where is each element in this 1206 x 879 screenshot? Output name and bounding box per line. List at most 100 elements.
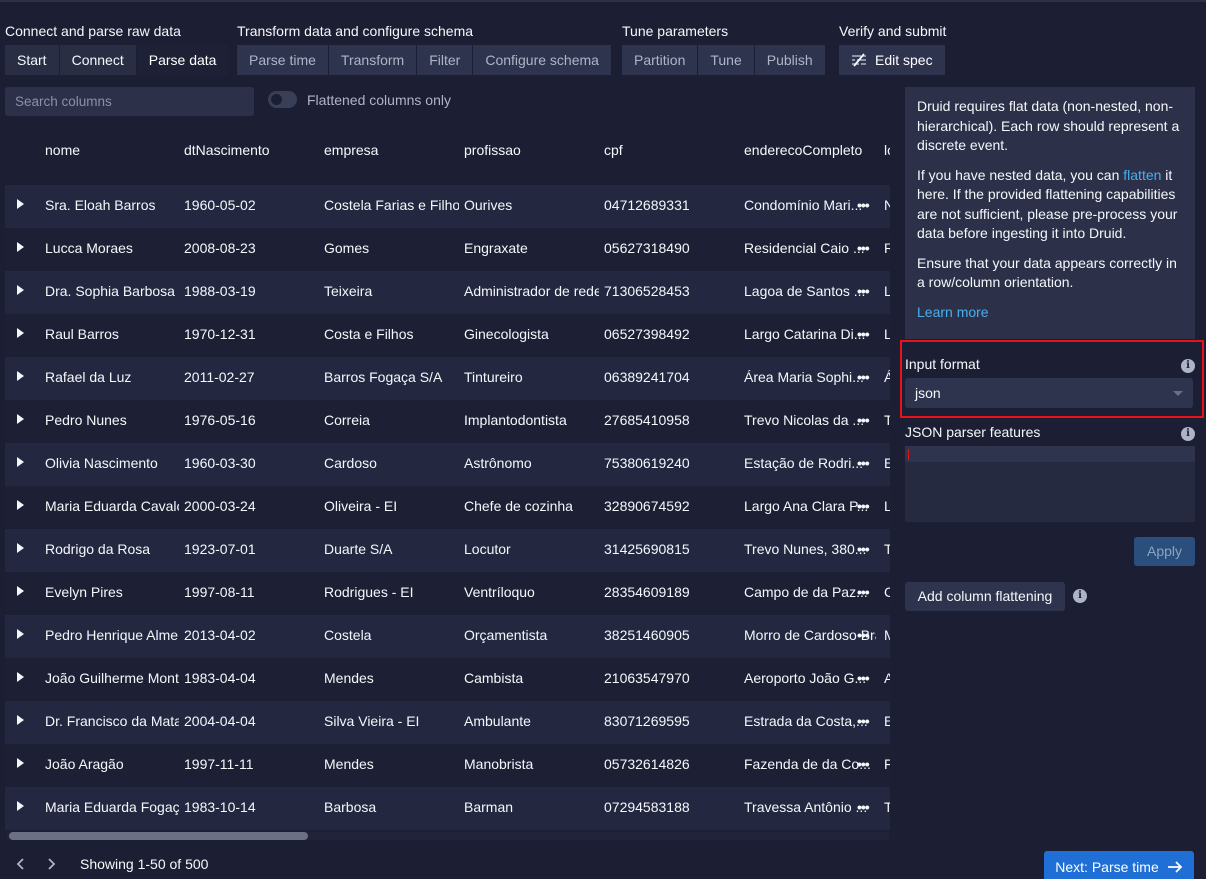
expand-row-icon[interactable]: [17, 414, 24, 424]
more-icon[interactable]: •••: [857, 357, 870, 397]
table-row[interactable]: Lucca Moraes 2008-08-23 Gomes Engraxate 0562…: [5, 228, 890, 271]
info-icon[interactable]: i: [1073, 589, 1087, 603]
more-icon[interactable]: •••: [857, 744, 870, 784]
edit-spec-button[interactable]: Edit spec: [839, 45, 945, 75]
expand-row-icon[interactable]: [17, 672, 24, 682]
table-cell-lo: Á: [884, 369, 890, 385]
learn-more-link[interactable]: Learn more: [917, 303, 1183, 323]
table-row[interactable]: Pedro Nunes 1976-05-16 Correia Implantodont…: [5, 400, 890, 443]
more-icon[interactable]: •••: [857, 701, 870, 741]
next-parse-time-button[interactable]: Next: Parse time: [1044, 851, 1194, 879]
expand-row-icon[interactable]: [17, 328, 24, 338]
more-icon[interactable]: •••: [857, 228, 870, 268]
horizontal-scrollbar[interactable]: [7, 832, 889, 840]
step-parse-data[interactable]: Parse data: [136, 45, 229, 75]
expand-row-icon[interactable]: [17, 199, 24, 209]
more-icon[interactable]: •••: [857, 314, 870, 354]
expand-row-icon[interactable]: [17, 371, 24, 381]
step-publish[interactable]: Publish: [754, 45, 825, 75]
expand-row-icon[interactable]: [17, 715, 24, 725]
table-cell-profissao: Ginecologista: [464, 326, 549, 342]
flatten-link[interactable]: flatten: [1123, 167, 1161, 183]
step-configure-schema[interactable]: Configure schema: [473, 45, 611, 75]
expand-row-icon[interactable]: [17, 586, 24, 596]
table-cell-cpf: 83071269595: [604, 713, 690, 729]
step-tune[interactable]: Tune: [698, 45, 755, 75]
chevron-left-icon[interactable]: [14, 855, 28, 873]
more-icon[interactable]: •••: [857, 443, 870, 483]
more-icon[interactable]: •••: [857, 787, 870, 827]
table-cell-lo: C: [884, 584, 890, 600]
table-row[interactable]: Sra. Eloah Barros 1960-05-02 Costela Faria…: [5, 185, 890, 228]
scrollbar-thumb[interactable]: [9, 832, 308, 840]
table-cell-nome: Rafael da Luz: [45, 369, 132, 385]
table-row[interactable]: Raul Barros 1970-12-31 Costa e Filhos Ginec…: [5, 314, 890, 357]
chevron-right-icon[interactable]: [44, 855, 58, 873]
table-cell-nome: Pedro Nunes: [45, 412, 127, 428]
more-icon[interactable]: •••: [857, 271, 870, 311]
search-columns-input[interactable]: Search columns: [5, 87, 254, 116]
expand-row-icon[interactable]: [17, 629, 24, 639]
column-header[interactable]: dtNascimento: [184, 128, 319, 174]
info-icon[interactable]: i: [1181, 359, 1195, 373]
more-icon[interactable]: •••: [857, 658, 870, 698]
more-icon[interactable]: •••: [857, 615, 870, 655]
more-icon[interactable]: •••: [857, 529, 870, 569]
table-cell-dtnascimento: 2004-04-04: [184, 713, 256, 729]
table-cell-cpf: 21063547970: [604, 670, 690, 686]
input-format-value: json: [915, 385, 941, 401]
table-row[interactable]: Olivia Nascimento 1960-03-30 Cardoso Astrôn…: [5, 443, 890, 486]
expand-row-icon[interactable]: [17, 500, 24, 510]
more-icon[interactable]: •••: [857, 486, 870, 526]
table-cell-empresa: Costela: [324, 627, 372, 643]
table-row[interactable]: Evelyn Pires 1997-08-11 Rodrigues - EI Vent…: [5, 572, 890, 615]
more-icon[interactable]: •••: [857, 572, 870, 612]
table-cell-nome: Maria Eduarda Fogaça: [45, 799, 179, 815]
column-header[interactable]: enderecoCompleto: [744, 128, 879, 174]
more-icon[interactable]: •••: [857, 185, 870, 225]
table-cell-empresa: Barros Fogaça S/A: [324, 369, 443, 385]
table-row[interactable]: Pedro Henrique Almeida 2013-04-02 Costela O…: [5, 615, 890, 658]
table-row[interactable]: Rodrigo da Rosa 1923-07-01 Duarte S/A Locut…: [5, 529, 890, 572]
more-icon[interactable]: •••: [857, 400, 870, 440]
table-row[interactable]: João Aragão 1997-11-11 Mendes Manobrista 057…: [5, 744, 890, 787]
expand-row-icon[interactable]: [17, 242, 24, 252]
table-row[interactable]: Dra. Sophia Barbosa 1988-03-19 Teixeira Adm…: [5, 271, 890, 314]
expand-row-icon[interactable]: [17, 758, 24, 768]
table-cell-cpf: 75380619240: [604, 455, 690, 471]
column-header[interactable]: empresa: [324, 128, 459, 174]
flattened-only-toggle[interactable]: Flattened columns only: [268, 91, 451, 108]
table-row[interactable]: Maria Eduarda Cavalcante 2000-03-24 Olivei…: [5, 486, 890, 529]
table-cell-dtnascimento: 1983-04-04: [184, 670, 256, 686]
input-format-select[interactable]: json: [905, 378, 1193, 408]
column-header[interactable]: cpf: [604, 128, 739, 174]
toggle-switch[interactable]: [268, 91, 297, 108]
table-cell-profissao: Astrônomo: [464, 455, 532, 471]
table-row[interactable]: Rafael da Luz 2011-02-27 Barros Fogaça S/A…: [5, 357, 890, 400]
step-filter[interactable]: Filter: [417, 45, 474, 75]
step-connect[interactable]: Connect: [59, 45, 137, 75]
step-partition[interactable]: Partition: [622, 45, 699, 75]
table-cell-dtnascimento: 2011-02-27: [184, 369, 255, 385]
step-transform[interactable]: Transform: [328, 45, 418, 75]
column-header[interactable]: nome: [45, 128, 179, 174]
column-header[interactable]: profissao: [464, 128, 599, 174]
json-parser-editor[interactable]: [905, 446, 1195, 522]
expand-row-icon[interactable]: [17, 457, 24, 467]
step-parse-time[interactable]: Parse time: [237, 45, 329, 75]
table-row[interactable]: Dr. Francisco da Mata 2004-04-04 Silva Vie…: [5, 701, 890, 744]
table-cell-nome: Dr. Francisco da Mata: [45, 713, 179, 729]
expand-row-icon[interactable]: [17, 801, 24, 811]
column-header[interactable]: lo: [884, 128, 890, 174]
table-cell-lo: R: [884, 240, 890, 256]
table-row[interactable]: Maria Eduarda Fogaça 1983-10-14 Barbosa Bar…: [5, 787, 890, 830]
info-icon[interactable]: i: [1181, 427, 1195, 441]
add-column-flattening-button[interactable]: Add column flattening: [905, 582, 1065, 611]
expand-row-icon[interactable]: [17, 285, 24, 295]
flatten-info-callout: Druid requires flat data (non-nested, no…: [905, 87, 1195, 339]
table-row[interactable]: João Guilherme Monteiro 1983-04-04 Mendes C…: [5, 658, 890, 701]
expand-row-icon[interactable]: [17, 543, 24, 553]
step-start[interactable]: Start: [5, 45, 60, 75]
info-paragraph: Druid requires flat data (non-nested, no…: [917, 98, 1180, 153]
apply-button[interactable]: Apply: [1134, 537, 1195, 566]
